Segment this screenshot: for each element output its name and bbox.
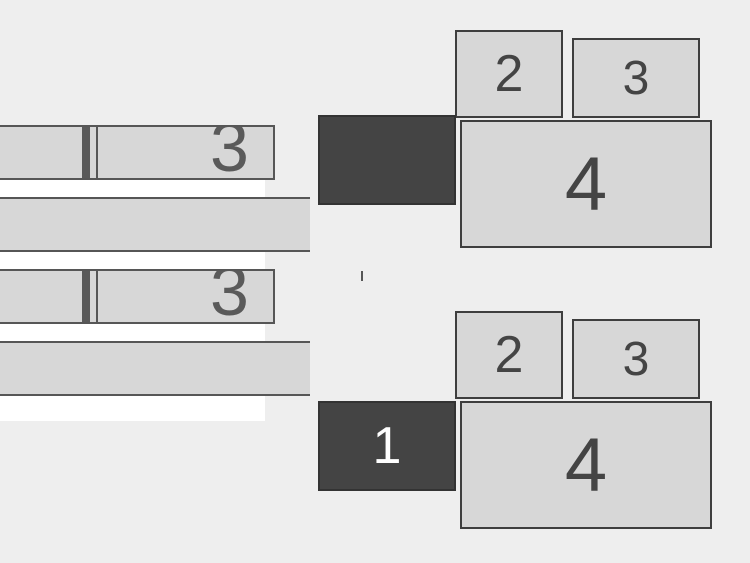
monitor-4[interactable]: 4 [460, 401, 712, 529]
monitor-1-primary[interactable]: 1 [318, 401, 456, 491]
zoom-cell-spacer [86, 271, 98, 322]
monitor-4[interactable]: 4 [460, 120, 712, 248]
display-arrangement-bottom: 2 3 1 4 [310, 281, 750, 563]
arrangement-top: 3 2 3 4 [0, 0, 750, 281]
zoom-cell-spacer [86, 127, 98, 178]
zoom-cell-gutter [0, 271, 86, 322]
zoom-rows: 3 [0, 269, 265, 421]
zoom-row-1: 3 [0, 269, 275, 324]
zoom-fragment-top: 3 [0, 125, 265, 270]
zoom-rows: 3 [0, 125, 265, 270]
monitor-2[interactable]: 2 [455, 30, 563, 118]
display-arrangement-top: 2 3 4 [310, 0, 750, 281]
zoom-fragment-bottom: 3 [0, 269, 265, 421]
arrangement-bottom: 3 2 3 1 4 [0, 281, 750, 563]
monitor-3[interactable]: 3 [572, 319, 700, 399]
zoom-cell-gutter [0, 127, 86, 178]
monitor-2[interactable]: 2 [455, 311, 563, 399]
monitor-3[interactable]: 3 [572, 38, 700, 118]
zoom-row-1: 3 [0, 125, 275, 180]
monitor-1-primary[interactable] [318, 115, 456, 205]
